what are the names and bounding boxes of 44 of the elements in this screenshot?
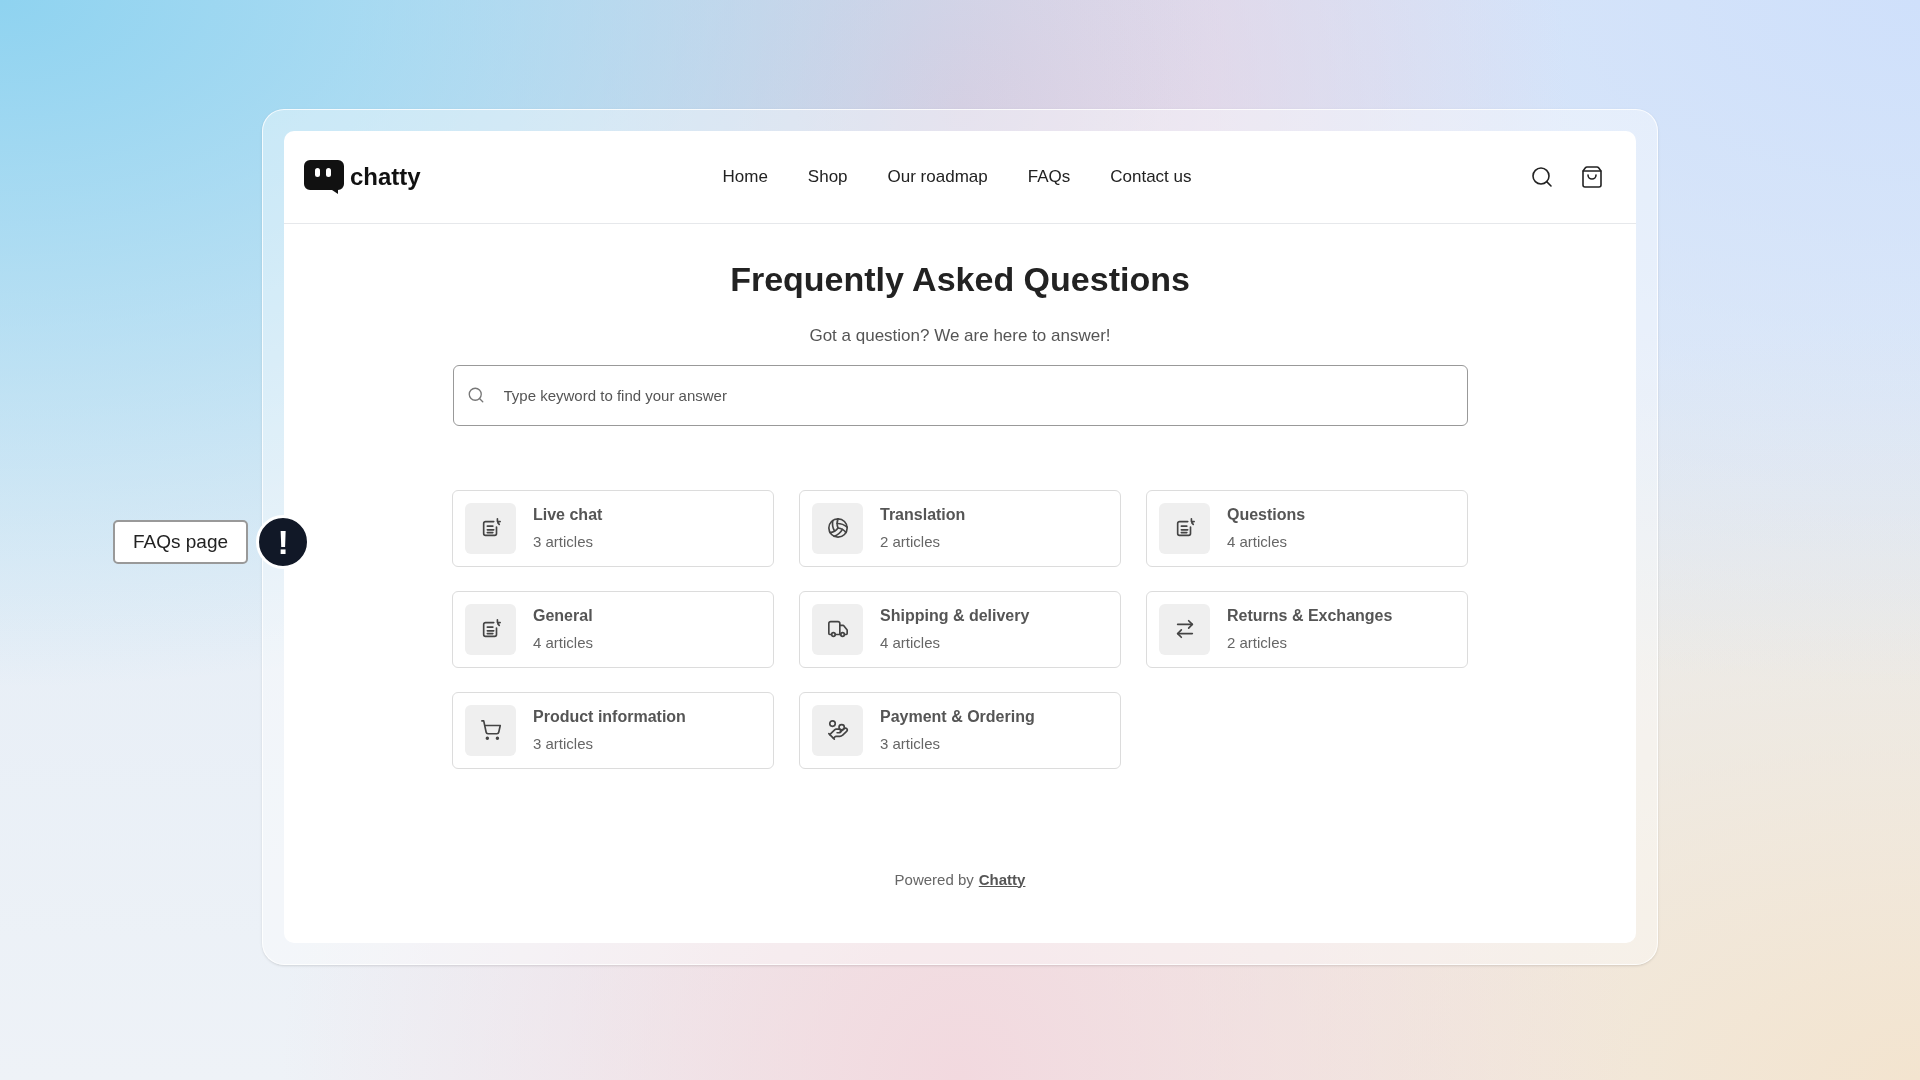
category-title: General: [533, 605, 594, 626]
chatty-link[interactable]: Chatty: [978, 868, 1026, 891]
category-title: Live chat: [533, 504, 603, 525]
category-title: Questions: [1227, 504, 1306, 525]
hand-coins-icon: [826, 719, 849, 741]
category-title: Payment & Ordering: [880, 706, 1035, 727]
page-title: Frequently Asked Questions: [730, 259, 1190, 300]
category-title: Returns & Exchanges: [1227, 605, 1393, 626]
powered-by-text: Powered by: [894, 869, 974, 890]
category-title: Product information: [533, 706, 686, 727]
article-count: 2 articles: [880, 531, 942, 552]
search-field[interactable]: Type keyword to find your answer: [452, 364, 1468, 426]
nav-link[interactable]: Home: [722, 164, 768, 190]
nav-link[interactable]: Contact us: [1110, 164, 1192, 190]
nav-link[interactable]: FAQs: [1027, 164, 1071, 190]
category-card[interactable]: Returns & Exchanges 2 articles: [1146, 590, 1468, 668]
nav-link[interactable]: Our roadmap: [887, 164, 988, 190]
category-title: Shipping & delivery: [880, 605, 1030, 626]
category-title: Translation: [880, 504, 966, 525]
truck-icon: [826, 618, 849, 640]
ball-icon: [826, 517, 849, 539]
article-count: 4 articles: [880, 632, 942, 653]
category-card[interactable]: Live chat 3 articles: [452, 489, 774, 567]
callout-label: FAQs page: [113, 519, 249, 565]
logo-text: chatty: [350, 162, 421, 192]
page-subtitle: Got a question? We are here to answer!: [809, 325, 1111, 347]
category-card[interactable]: General 4 articles: [452, 590, 774, 668]
article-count: 3 articles: [533, 531, 595, 552]
cart-icon: [479, 719, 502, 741]
search-icon[interactable]: [1530, 165, 1554, 189]
article-count: 4 articles: [1227, 531, 1289, 552]
article-count: 4 articles: [533, 632, 594, 653]
category-card[interactable]: Shipping & delivery 4 articles: [799, 590, 1121, 668]
article-count: 3 articles: [533, 733, 595, 754]
category-card[interactable]: Translation 2 articles: [799, 489, 1121, 567]
nav-link[interactable]: Shop: [807, 164, 848, 190]
category-card[interactable]: Product information 3 articles: [452, 691, 774, 769]
article-count: 2 articles: [1227, 632, 1289, 653]
article-count: 3 articles: [880, 733, 942, 754]
category-card[interactable]: Payment & Ordering 3 articles: [799, 691, 1121, 769]
category-card[interactable]: Questions 4 articles: [1146, 489, 1468, 567]
search-icon: [466, 385, 485, 404]
chat-bubble-logo-icon: [304, 160, 344, 194]
bag-icon[interactable]: [1580, 165, 1604, 189]
